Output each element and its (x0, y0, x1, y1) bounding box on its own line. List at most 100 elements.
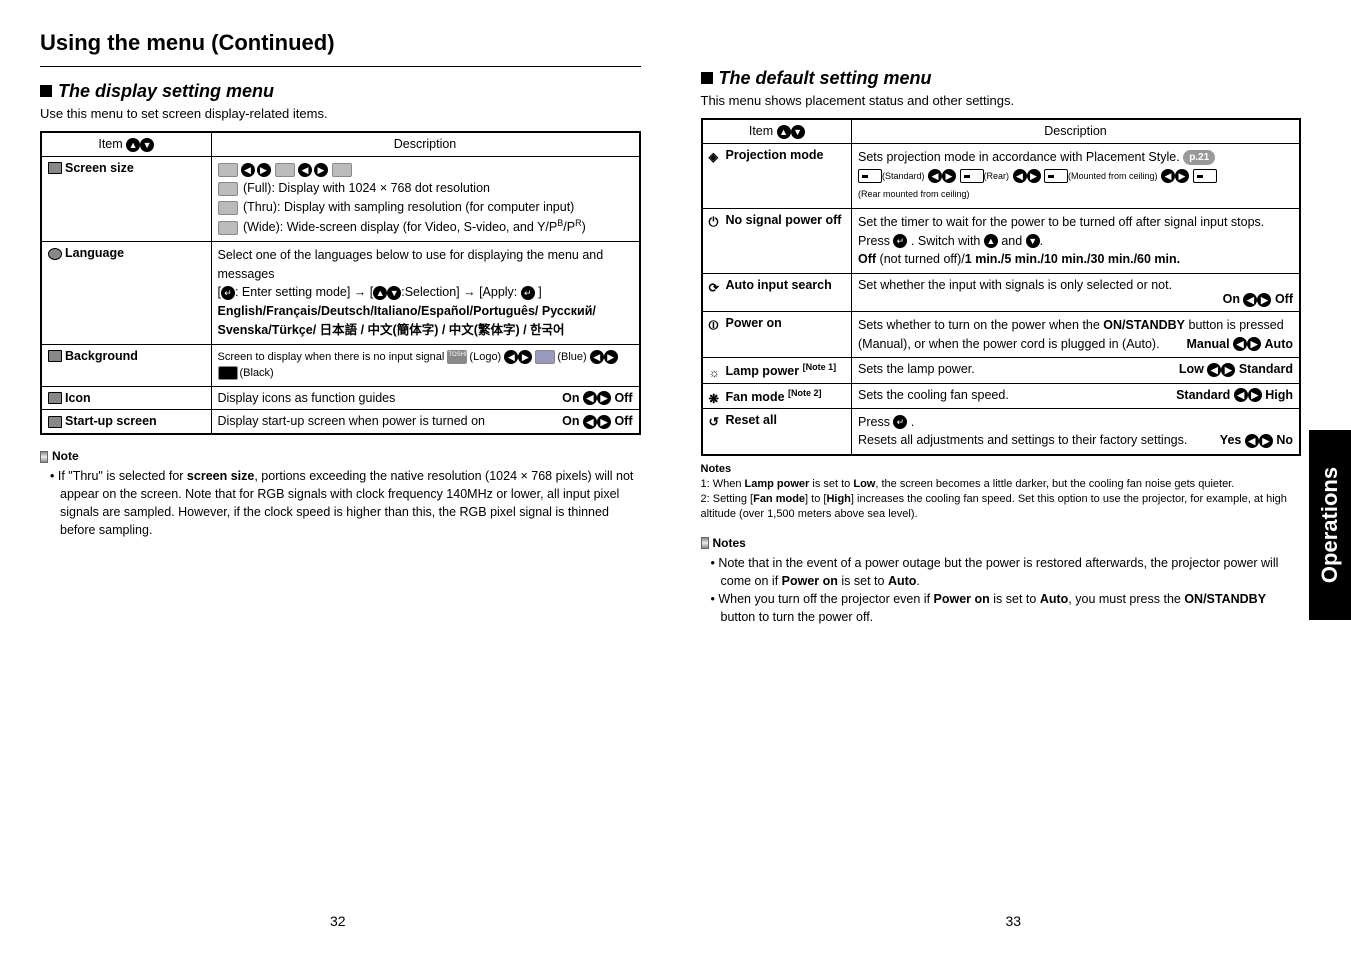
right-icon: ▶ (1027, 169, 1041, 183)
autoinput-desc: Set whether the input with signals is on… (858, 278, 1172, 292)
enter-icon: ↵ (521, 286, 535, 300)
up-icon: ▲ (984, 234, 998, 248)
right-icon: ▶ (597, 415, 611, 429)
lamp-standard: Standard (1239, 362, 1293, 376)
nosignal-off: Off (858, 252, 876, 266)
projection-desc: Sets projection mode in accordance with … (858, 150, 1180, 164)
lang-l4: Svenska/Türkçe/ 日本語 / 中文(簡体字) / 中文(繁体字) … (218, 323, 565, 337)
proj-rear-ceiling: (Rear mounted from ceiling) (858, 190, 970, 199)
thru-icon (218, 201, 238, 215)
enter-icon: ↵ (221, 286, 235, 300)
fan-icon: ❋ (709, 391, 723, 403)
thru-desc: (Thru): Display with sampling resolution… (240, 200, 575, 214)
left-icon: ◀ (1161, 169, 1175, 183)
th-desc: Description (211, 132, 640, 156)
display-setting-title: The display setting menu (58, 81, 274, 101)
lamp-low: Low (1179, 362, 1204, 376)
poweron-label: Power on (726, 316, 782, 330)
right-icon: ▶ (1259, 434, 1273, 448)
left-icon: ◀ (1234, 388, 1248, 402)
nosignal-times: 1 min./5 min./10 min./30 min./60 min. (965, 252, 1180, 266)
up-icon: ▲ (126, 138, 140, 152)
left-icon: ◀ (590, 350, 604, 364)
proj-ceiling: (Mounted from ceiling) (1068, 172, 1158, 181)
poweron-l1b: ON/STANDBY (1103, 318, 1185, 332)
left-icon: ◀ (504, 350, 518, 364)
reset-l1a: Press (858, 415, 893, 429)
notes-heading-2: Notes (701, 536, 1302, 550)
row-screen-size: Screen size ◀▶ ◀▶ (Full): Display with 1… (41, 156, 640, 241)
wide-icon (332, 163, 352, 177)
language-icon (48, 248, 62, 260)
reset-label: Reset all (726, 413, 777, 427)
row-language: Language Select one of the languages bel… (41, 241, 640, 344)
fan-label: Fan mode (726, 390, 785, 404)
left-icon: ◀ (241, 163, 255, 177)
display-setting-table: Item ▲▼ Description Screen size ◀▶ ◀▶ (F… (40, 131, 641, 435)
right-icon: ▶ (257, 163, 271, 177)
lamp-label: Lamp power (726, 365, 800, 379)
right-icon: ▶ (314, 163, 328, 177)
lang-l2d: ] (535, 285, 542, 299)
lang-l2b: : Enter setting mode] → [ (235, 285, 373, 299)
thru-icon (275, 163, 295, 177)
right-icon: ▶ (942, 169, 956, 183)
background-label: Background (65, 349, 138, 363)
autoinput-on: On (1223, 292, 1240, 306)
left-intro: Use this menu to set screen display-rela… (40, 106, 641, 121)
icon-desc: Display icons as function guides (218, 391, 396, 405)
left-icon: ◀ (1233, 337, 1247, 351)
fan-note: [Note 2] (788, 388, 822, 398)
projection-label: Projection mode (726, 148, 824, 162)
right-icon: ▶ (1221, 363, 1235, 377)
left-icon: ◀ (1245, 434, 1259, 448)
icon-on: On (562, 391, 579, 405)
row-projection: ◈Projection mode Sets projection mode in… (702, 143, 1301, 208)
row-poweron: ⏼Power on Sets whether to turn on the po… (702, 311, 1301, 358)
reset-l1b: . (907, 415, 914, 429)
autoinput-icon: ⟳ (709, 280, 723, 292)
nosignal-l3b: (not turned off)/ (876, 252, 965, 266)
left-icon: ◀ (583, 391, 597, 405)
footer: 32 33 (0, 913, 1351, 929)
row-icon: Icon Display icons as function guides On… (41, 386, 640, 410)
proj-rear: (Rear) (984, 172, 1010, 181)
row-nosignal: ⏻No signal power off Set the timer to wa… (702, 208, 1301, 273)
left-icon: ◀ (1207, 363, 1221, 377)
icon-icon (48, 392, 62, 404)
enter-icon: ↵ (893, 415, 907, 429)
language-label: Language (65, 246, 124, 260)
startup-desc: Display start-up screen when power is tu… (218, 414, 486, 428)
fan-high: High (1265, 388, 1293, 402)
down-icon: ▼ (387, 286, 401, 300)
startup-on: On (562, 414, 579, 428)
screen-size-icon (48, 162, 62, 174)
poweron-auto: Auto (1265, 337, 1293, 351)
bg-black: (Black) (240, 367, 274, 379)
poweron-l1a: Sets whether to turn on the power when t… (858, 318, 1103, 332)
fan-standard: Standard (1176, 388, 1230, 402)
note-heading: Note (40, 449, 641, 463)
bullet-note-2: • When you turn off the projector even i… (711, 590, 1302, 626)
autoinput-off: Off (1275, 292, 1293, 306)
left-icon: ◀ (298, 163, 312, 177)
down-icon: ▼ (1026, 234, 1040, 248)
left-section-title: The display setting menu (40, 81, 641, 102)
full-icon (218, 163, 238, 177)
page-heading: Using the menu (Continued) (40, 30, 641, 56)
right-icon: ▶ (597, 391, 611, 405)
reset-yes: Yes (1220, 433, 1242, 447)
screen-size-label: Screen size (65, 161, 134, 175)
th-desc-r: Description (852, 119, 1301, 143)
default-setting-title: The default setting menu (719, 68, 932, 88)
up-icon: ▲ (777, 125, 791, 139)
reset-l2: Resets all adjustments and settings to t… (858, 433, 1187, 447)
reset-no: No (1276, 433, 1293, 447)
page-number-left: 32 (330, 913, 346, 929)
lamp-desc: Sets the lamp power. (858, 362, 975, 376)
bg-logo: (Logo) (469, 351, 501, 363)
lang-l1: Select one of the languages below to use… (218, 248, 604, 281)
right-icon: ▶ (1175, 169, 1189, 183)
right-icon: ▶ (604, 350, 618, 364)
projection-icon: ◈ (709, 149, 723, 161)
